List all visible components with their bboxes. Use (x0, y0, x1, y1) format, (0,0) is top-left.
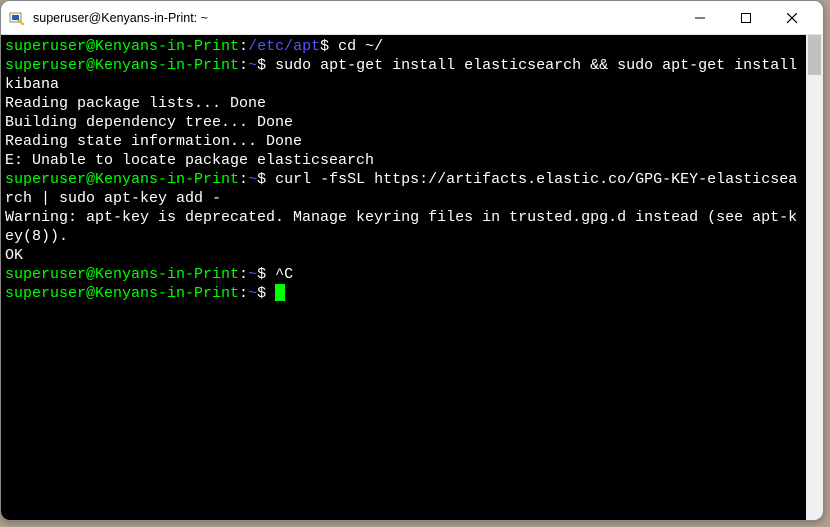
prompt-dollar: $ (257, 57, 266, 74)
output-line: OK (5, 246, 802, 265)
output-line: Warning: apt-key is deprecated. Manage k… (5, 208, 802, 246)
maximize-button[interactable] (723, 2, 769, 34)
scrollbar-thumb[interactable] (808, 35, 821, 75)
terminal-window: superuser@Kenyans-in-Print: ~ superuser@… (0, 0, 824, 521)
prompt-dollar: $ (257, 266, 266, 283)
prompt-path: /etc/apt (248, 38, 320, 55)
output-line: Reading package lists... Done (5, 94, 802, 113)
prompt-user-host: superuser@Kenyans-in-Print (5, 285, 239, 302)
cursor (275, 284, 285, 301)
terminal-content[interactable]: superuser@Kenyans-in-Print:/etc/apt$ cd … (1, 35, 806, 520)
window-controls (677, 2, 815, 34)
prompt-colon: : (239, 171, 248, 188)
prompt-colon: : (239, 57, 248, 74)
prompt-dollar: $ (257, 171, 266, 188)
output-line: E: Unable to locate package elasticsearc… (5, 151, 802, 170)
prompt-path: ~ (248, 266, 257, 283)
prompt-dollar: $ (320, 38, 329, 55)
prompt-colon: : (239, 38, 248, 55)
command-text: cd ~/ (338, 38, 383, 55)
scrollbar[interactable] (806, 35, 823, 520)
prompt-user-host: superuser@Kenyans-in-Print (5, 266, 239, 283)
putty-icon (9, 10, 25, 26)
prompt-path: ~ (248, 57, 257, 74)
prompt-colon: : (239, 285, 248, 302)
window-title: superuser@Kenyans-in-Print: ~ (33, 11, 677, 25)
output-line: Building dependency tree... Done (5, 113, 802, 132)
prompt-path: ~ (248, 285, 257, 302)
close-button[interactable] (769, 2, 815, 34)
titlebar[interactable]: superuser@Kenyans-in-Print: ~ (1, 1, 823, 35)
prompt-user-host: superuser@Kenyans-in-Print (5, 38, 239, 55)
prompt-user-host: superuser@Kenyans-in-Print (5, 171, 239, 188)
output-line: Reading state information... Done (5, 132, 802, 151)
prompt-user-host: superuser@Kenyans-in-Print (5, 57, 239, 74)
prompt-dollar: $ (257, 285, 266, 302)
minimize-button[interactable] (677, 2, 723, 34)
command-text: ^C (275, 266, 293, 283)
prompt-path: ~ (248, 171, 257, 188)
prompt-colon: : (239, 266, 248, 283)
terminal-area: superuser@Kenyans-in-Print:/etc/apt$ cd … (1, 35, 823, 520)
